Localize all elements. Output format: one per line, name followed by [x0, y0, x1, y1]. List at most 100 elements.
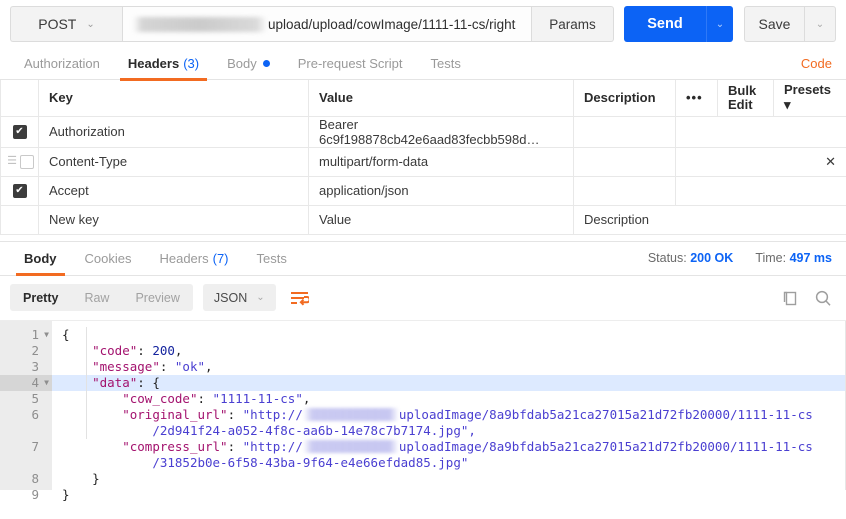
header-description-content-type[interactable]: [574, 147, 676, 176]
view-mode-pretty[interactable]: Pretty: [10, 284, 71, 311]
column-header-key: Key: [39, 80, 309, 116]
code-lines[interactable]: { "code": 200, "message": "ok", "data": …: [52, 321, 846, 490]
table-row: ✔ Authorization Bearer 6c9f198878cb42e6a…: [1, 116, 846, 147]
code-line-6-wrap: /2d941f24-a052-4f8c-aa6b-14e78c7b7174.jp…: [52, 423, 846, 439]
column-header-description: Description: [574, 80, 676, 116]
response-tab-body-label: Body: [24, 251, 57, 266]
response-tab-tests[interactable]: Tests: [243, 242, 301, 275]
time-value: 497 ms: [790, 251, 832, 265]
response-tab-headers-label: Headers: [159, 251, 208, 266]
tab-tests-label: Tests: [431, 56, 461, 71]
response-body-viewer[interactable]: 1▼ 2 3 4▼ 5 6 7 8 9 { "code": 200, "mess…: [0, 320, 846, 490]
tab-headers-label: Headers: [128, 56, 179, 71]
search-icon[interactable]: [814, 289, 832, 307]
headers-table-header-row: Key Value Description ••• Bulk Edit Pres…: [1, 80, 846, 116]
tab-authorization[interactable]: Authorization: [10, 47, 114, 80]
save-options-button[interactable]: ⌄: [804, 6, 836, 42]
select-all-cell: [1, 80, 39, 116]
response-tab-headers[interactable]: Headers (7): [145, 242, 242, 275]
code-line-8: }: [52, 471, 846, 487]
send-options-button[interactable]: ⌄: [706, 6, 733, 42]
params-button[interactable]: Params: [532, 6, 614, 42]
send-button-group: Send ⌄: [624, 6, 733, 47]
row-checkbox-cell[interactable]: ✔: [1, 116, 39, 147]
view-mode-preview[interactable]: Preview: [122, 284, 192, 311]
response-tabs: Body Cookies Headers (7) Tests Status: 2…: [0, 241, 846, 276]
header-key-accept[interactable]: Accept: [39, 176, 309, 205]
drag-handle-icon[interactable]: ☰: [7, 156, 17, 167]
new-description-input[interactable]: Description: [574, 205, 846, 234]
headers-table: Key Value Description ••• Bulk Edit Pres…: [0, 80, 846, 235]
code-line-9: }: [52, 487, 846, 503]
line-number: [0, 423, 52, 439]
column-header-value: Value: [309, 80, 574, 116]
status-badge: Status: 200 OK: [648, 251, 734, 265]
tab-pre-request-script[interactable]: Pre-request Script: [284, 47, 417, 80]
more-options-icon[interactable]: •••: [676, 80, 718, 116]
new-key-input[interactable]: New key: [39, 205, 309, 234]
header-value-accept[interactable]: application/json: [309, 176, 574, 205]
view-mode-raw[interactable]: Raw: [71, 284, 122, 311]
save-button-group: Save ⌄: [744, 6, 836, 47]
bulk-edit-button[interactable]: Bulk Edit: [718, 80, 774, 116]
word-wrap-button[interactable]: [286, 290, 313, 306]
view-mode-segmented-control: Pretty Raw Preview: [10, 284, 193, 311]
send-label: Send: [647, 16, 682, 32]
header-key-authorization[interactable]: Authorization: [39, 116, 309, 147]
code-line-6: "original_url": "http://uploadImage/8a9b…: [52, 407, 846, 423]
fold-arrow-icon: ▼: [44, 375, 49, 391]
response-tab-cookies[interactable]: Cookies: [71, 242, 146, 275]
new-header-row: New key Value Description: [1, 205, 846, 234]
request-url-text: upload/upload/cowImage/1111-11-cs/right: [268, 17, 515, 32]
header-description-accept[interactable]: [574, 176, 676, 205]
word-wrap-icon: [290, 290, 309, 306]
presets-dropdown[interactable]: Presets ▾: [774, 80, 846, 116]
redacted-host-blur: [303, 408, 399, 421]
remove-row-button[interactable]: ✕: [676, 147, 846, 176]
header-key-content-type[interactable]: Content-Type: [39, 147, 309, 176]
tab-tests[interactable]: Tests: [417, 47, 475, 80]
request-url-bar: POST ⌄ upload/upload/cowImage/1111-11-cs…: [0, 0, 846, 47]
save-label: Save: [759, 16, 791, 32]
row-checkbox-cell[interactable]: ✔: [1, 176, 39, 205]
format-dropdown[interactable]: JSON ⌄: [203, 284, 276, 311]
send-button[interactable]: Send: [624, 6, 706, 42]
line-number: 2: [0, 343, 52, 359]
checkbox-checked-icon[interactable]: ✔: [13, 125, 27, 139]
header-value-content-type[interactable]: multipart/form-data: [309, 147, 574, 176]
redacted-host-blur: [133, 17, 267, 32]
line-number: 8: [0, 471, 52, 487]
checkbox-checked-icon[interactable]: ✔: [13, 184, 27, 198]
time-label: Time:: [755, 251, 786, 265]
line-number: 6: [0, 407, 52, 423]
time-badge: Time: 497 ms: [755, 251, 832, 265]
code-link[interactable]: Code: [801, 56, 832, 71]
response-meta: Status: 200 OK Time: 497 ms: [648, 251, 832, 265]
tab-headers-count: (3): [183, 56, 199, 71]
response-tab-body[interactable]: Body: [10, 242, 71, 275]
http-method-selector[interactable]: POST ⌄: [10, 6, 122, 42]
checkbox-unchecked-icon[interactable]: ✔: [20, 155, 34, 169]
status-label: Status:: [648, 251, 687, 265]
new-value-input[interactable]: Value: [309, 205, 574, 234]
response-tab-headers-count: (7): [213, 251, 229, 266]
code-line-5: "cow_code": "1111-11-cs",: [52, 391, 846, 407]
line-number: [0, 455, 52, 471]
line-number: 1▼: [0, 327, 52, 343]
save-button[interactable]: Save: [744, 6, 804, 42]
fold-arrow-icon: ▼: [44, 327, 49, 343]
chevron-down-icon: ⌄: [716, 19, 724, 30]
copy-icon[interactable]: [782, 289, 798, 307]
tab-headers[interactable]: Headers (3): [114, 47, 213, 80]
tab-body[interactable]: Body: [213, 47, 284, 80]
response-tab-cookies-label: Cookies: [85, 251, 132, 266]
response-body-toolbar: Pretty Raw Preview JSON ⌄: [0, 276, 846, 320]
line-number-gutter: 1▼ 2 3 4▼ 5 6 7 8 9: [0, 321, 52, 490]
header-description-authorization[interactable]: [574, 116, 676, 147]
header-value-authorization[interactable]: Bearer 6c9f198878cb42e6aad83fecbb598d…: [309, 116, 574, 147]
row-checkbox-cell[interactable]: ☰ ✔: [1, 147, 39, 176]
indent-guide: [86, 327, 87, 439]
request-url-input[interactable]: upload/upload/cowImage/1111-11-cs/right: [122, 6, 532, 42]
code-line-3: "message": "ok",: [52, 359, 846, 375]
tab-pre-request-script-label: Pre-request Script: [298, 56, 403, 71]
